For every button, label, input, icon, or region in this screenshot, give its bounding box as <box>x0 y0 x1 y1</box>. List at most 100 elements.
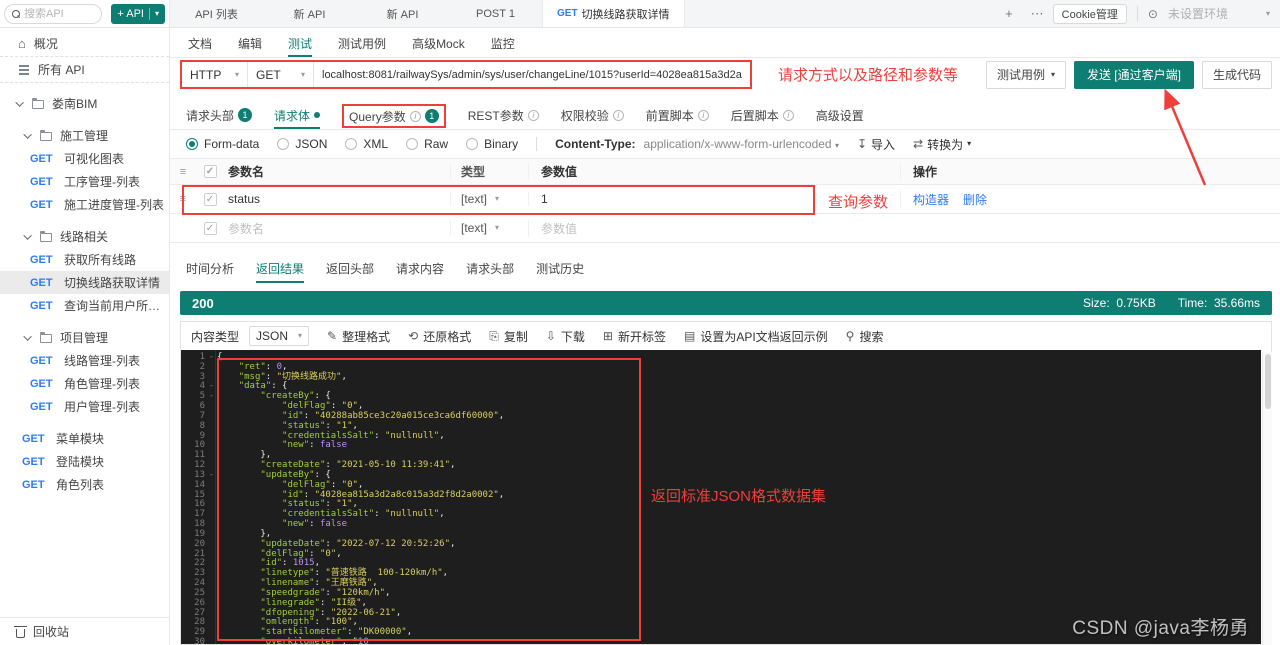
chevron-down-icon[interactable]: ▾ <box>1266 10 1270 18</box>
tool-设置为API文档返回示例[interactable]: ▤设置为API文档返回示例 <box>684 328 828 345</box>
param-name-input[interactable]: status <box>224 192 450 206</box>
body-type-radio[interactable]: Binary <box>466 137 518 151</box>
add-api-button[interactable]: + API ▾ <box>111 4 165 24</box>
sidebar-api-item[interactable]: GET施工进度管理-列表 <box>0 193 169 216</box>
response-tab[interactable]: 返回头部 <box>326 255 374 283</box>
row-actions: 构造器删除 <box>900 191 1280 208</box>
sidebar-api-item[interactable]: GET登陆模块 <box>0 450 169 473</box>
api-tab[interactable]: 新 API <box>356 0 449 27</box>
api-tab[interactable]: API 列表 <box>170 0 263 27</box>
request-tab[interactable]: 请求头部1 <box>186 103 252 129</box>
testcase-button[interactable]: 测试用例 ▾ <box>986 61 1066 89</box>
request-tab[interactable]: 前置脚本i <box>646 103 709 129</box>
sidebar-folder[interactable]: 娄南BIM <box>0 92 169 115</box>
doc-tab[interactable]: 高级Mock <box>412 32 465 57</box>
scrollbar-thumb[interactable] <box>1265 354 1271 409</box>
drag-handle-icon[interactable]: ≡ <box>170 193 196 205</box>
sidebar-api-item[interactable]: GET角色管理-列表 <box>0 372 169 395</box>
send-button[interactable]: 发送 [通过客户端] <box>1074 61 1194 89</box>
sidebar-api-item[interactable]: GET获取所有线路 <box>0 248 169 271</box>
sidebar-api-item[interactable]: GET线路管理-列表 <box>0 349 169 372</box>
sidebar-api-item[interactable]: GET用户管理-列表 <box>0 395 169 418</box>
url-input[interactable] <box>314 69 750 81</box>
tool-复制[interactable]: ⎘复制 <box>489 328 528 345</box>
sidebar-api-item[interactable]: GET可视化图表 <box>0 147 169 170</box>
fold-icon[interactable]: - <box>207 471 216 481</box>
select-all-checkbox[interactable]: ✓ <box>204 165 217 178</box>
body-type-radio[interactable]: Raw <box>406 137 448 151</box>
method-select[interactable]: GET ▾ <box>248 62 314 87</box>
request-tab[interactable]: Query参数i1 <box>342 104 446 128</box>
sidebar-item-overview[interactable]: ⌂ 概况 <box>0 31 169 57</box>
sidebar-item-label: 用户管理-列表 <box>64 398 140 415</box>
response-tab[interactable]: 请求头部 <box>466 255 514 283</box>
row-checkbox[interactable]: ✓ <box>204 193 217 206</box>
response-tab[interactable]: 请求内容 <box>396 255 444 283</box>
doc-tab[interactable]: 测试用例 <box>338 32 386 57</box>
more-tabs-icon[interactable]: ⋯ <box>1022 0 1053 27</box>
sidebar-api-item[interactable]: GET查询当前用户所有线路... <box>0 294 169 317</box>
body-type-radio[interactable]: JSON <box>277 137 327 151</box>
environment-select[interactable]: 未设置环境 <box>1168 5 1228 22</box>
param-type-select[interactable]: [text]▾ <box>450 192 528 206</box>
doc-tab[interactable]: 测试 <box>288 32 312 57</box>
sidebar-folder[interactable]: 线路相关 <box>0 225 169 248</box>
search-input[interactable] <box>24 8 82 20</box>
table-row: ≡✓status[text]▾1构造器删除 <box>170 185 1280 214</box>
import-button[interactable]: ↧ 导入 <box>857 136 895 153</box>
sidebar-api-item[interactable]: GET切换线路获取详情 <box>0 271 169 294</box>
api-tab[interactable]: GET切换线路获取详情 <box>542 0 685 27</box>
json-editor[interactable]: 1-{2 "ret": 0,3 "msg": "切换线路成功",4- "data… <box>181 350 1261 644</box>
generate-code-button[interactable]: 生成代码 <box>1202 61 1272 89</box>
response-tab[interactable]: 返回结果 <box>256 255 304 283</box>
response-content-type-select[interactable]: JSON ▾ <box>249 326 309 346</box>
action-link[interactable]: 构造器 <box>913 191 949 208</box>
api-tab[interactable]: 新 API <box>263 0 356 27</box>
api-search[interactable] <box>4 4 102 24</box>
response-tab[interactable]: 测试历史 <box>536 255 584 283</box>
tool-搜索[interactable]: ⚲搜索 <box>846 328 884 345</box>
convert-button[interactable]: ⇄ 转换为 ▾ <box>913 136 971 153</box>
sidebar-api-item[interactable]: GET工序管理-列表 <box>0 170 169 193</box>
tool-还原格式[interactable]: ⟲还原格式 <box>408 328 471 345</box>
fold-icon[interactable]: - <box>207 353 216 363</box>
body-type-radio[interactable]: Form-data <box>186 137 259 151</box>
protocol-select[interactable]: HTTP ▾ <box>182 62 248 87</box>
tool-下载[interactable]: ⇩下载 <box>546 328 585 345</box>
request-tab[interactable]: 后置脚本i <box>731 103 794 129</box>
fold-icon[interactable]: - <box>207 392 216 402</box>
editor-scrollbar[interactable] <box>1262 352 1272 645</box>
sidebar-folder[interactable]: 项目管理 <box>0 326 169 349</box>
doc-tab-bar: 文档 编辑 测试 测试用例 高级Mock 监控 <box>170 32 1280 58</box>
request-tab[interactable]: 请求体 <box>274 103 320 129</box>
new-tab-plus-icon[interactable]: + <box>996 0 1022 27</box>
doc-tab[interactable]: 编辑 <box>238 32 262 57</box>
sidebar-folder[interactable]: 施工管理 <box>0 124 169 147</box>
doc-tab[interactable]: 文档 <box>188 32 212 57</box>
row-checkbox[interactable]: ✓ <box>204 222 217 235</box>
tool-整理格式[interactable]: ✎整理格式 <box>327 328 390 345</box>
doc-tab[interactable]: 监控 <box>491 32 515 57</box>
content-type-select[interactable]: application/x-www-form-urlencoded ▾ <box>644 137 839 151</box>
api-tab[interactable]: POST 1 <box>449 0 542 27</box>
sidebar-item-all-api[interactable]: 所有 API <box>0 57 169 83</box>
sidebar-item-recycle-bin[interactable]: 回收站 <box>0 617 169 645</box>
param-name-input[interactable]: 参数名 <box>224 220 450 237</box>
action-link[interactable]: 删除 <box>963 191 987 208</box>
sidebar-api-item[interactable]: GET菜单模块 <box>0 427 169 450</box>
body-type-radio[interactable]: XML <box>345 137 388 151</box>
request-tab[interactable]: REST参数i <box>468 103 539 129</box>
request-tab[interactable]: 权限校验i <box>561 103 624 129</box>
response-tab[interactable]: 时间分析 <box>186 255 234 283</box>
param-value-input[interactable]: 参数值 <box>528 220 900 237</box>
eye-icon[interactable]: ⊙ <box>1148 7 1158 21</box>
tool-新开标签[interactable]: ⊞新开标签 <box>603 328 666 345</box>
request-tab[interactable]: 高级设置 <box>816 103 864 129</box>
count-badge: 1 <box>238 108 252 122</box>
param-value-input[interactable]: 1 <box>528 192 900 206</box>
cookie-manage-button[interactable]: Cookie管理 <box>1053 4 1127 24</box>
sidebar-scroll[interactable]: ⌂ 概况 所有 API 娄南BIM施工管理GET可视化图表GET工序管理-列表G… <box>0 28 169 617</box>
fold-icon <box>207 638 216 644</box>
sidebar-api-item[interactable]: GET角色列表 <box>0 473 169 496</box>
param-type-select[interactable]: [text]▾ <box>450 221 528 235</box>
